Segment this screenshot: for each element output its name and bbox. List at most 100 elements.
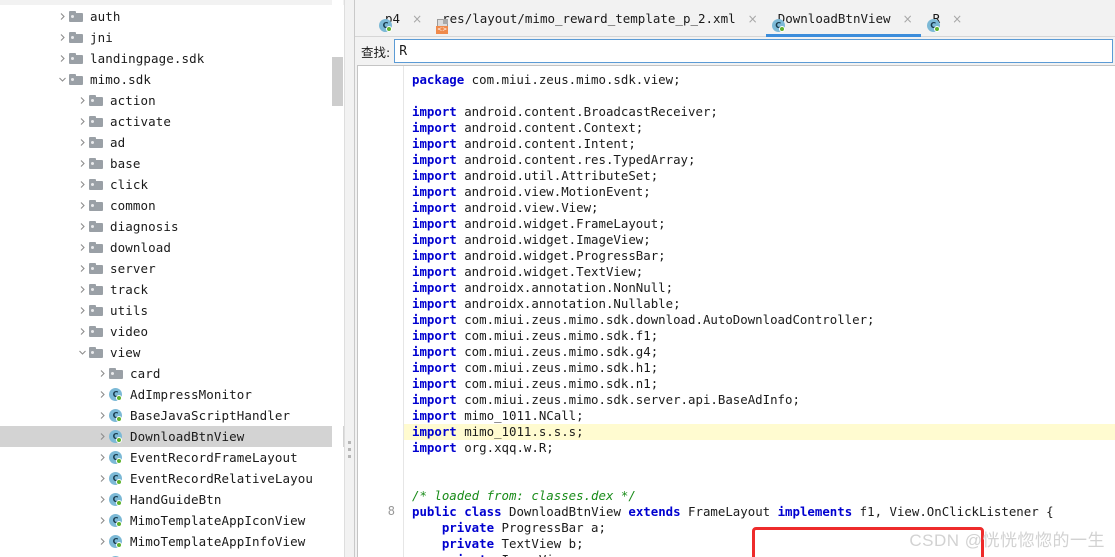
tree-item-mimotemplateappiconview[interactable]: C MimoTemplateAppIconView xyxy=(0,510,344,531)
code-line[interactable]: public class DownloadBtnView extends Fra… xyxy=(404,504,1115,520)
code-line[interactable]: /* loaded from: classes.dex */ xyxy=(404,488,1115,504)
code-line[interactable]: package com.miui.zeus.mimo.sdk.view; xyxy=(404,72,1115,88)
code-line[interactable]: import android.util.AttributeSet; xyxy=(404,168,1115,184)
tree-scrollbar-thumb[interactable] xyxy=(332,57,343,106)
tree-item-handguidebtn[interactable]: C HandGuideBtn xyxy=(0,489,344,510)
tree-item-common[interactable]: common xyxy=(0,195,344,216)
tree-item-utils[interactable]: utils xyxy=(0,300,344,321)
tree-item-basejavascripthandler[interactable]: C BaseJavaScriptHandler xyxy=(0,405,344,426)
code-line[interactable]: import androidx.annotation.NonNull; xyxy=(404,280,1115,296)
chevron-down-icon[interactable] xyxy=(56,69,69,90)
code-line[interactable]: import android.content.res.TypedArray; xyxy=(404,152,1115,168)
code-editor[interactable]: 8 package com.miui.zeus.mimo.sdk.view; i… xyxy=(357,65,1115,557)
code-line[interactable]: private ImageView c; xyxy=(404,552,1115,557)
code-line[interactable]: import android.widget.TextView; xyxy=(404,264,1115,280)
tree-item-downloadbtnview[interactable]: C DownloadBtnView xyxy=(0,426,344,447)
chevron-right-icon[interactable] xyxy=(76,153,89,174)
chevron-right-icon[interactable] xyxy=(76,90,89,111)
code-line[interactable]: import android.view.View; xyxy=(404,200,1115,216)
editor-tab-bar[interactable]: Cp4 × <> res/layout/mimo_reward_template_p_… xyxy=(355,0,1115,37)
code-line[interactable]: import com.miui.zeus.mimo.sdk.server.api… xyxy=(404,392,1115,408)
close-icon[interactable]: × xyxy=(897,12,913,26)
close-icon[interactable]: × xyxy=(742,12,758,26)
code-line[interactable]: import android.content.BroadcastReceiver… xyxy=(404,104,1115,120)
tree-item-view[interactable]: view xyxy=(0,342,344,363)
chevron-right-icon[interactable] xyxy=(76,132,89,153)
tree-item-server[interactable]: server xyxy=(0,258,344,279)
code-line[interactable]: import android.view.MotionEvent; xyxy=(404,184,1115,200)
tree-item-eventrecordframelayout[interactable]: C EventRecordFrameLayout xyxy=(0,447,344,468)
code-line[interactable]: import android.content.Context; xyxy=(404,120,1115,136)
chevron-right-icon[interactable] xyxy=(76,237,89,258)
chevron-right-icon[interactable] xyxy=(96,363,109,384)
code-line[interactable]: import com.miui.zeus.mimo.sdk.download.A… xyxy=(404,312,1115,328)
tree-item-base[interactable]: base xyxy=(0,153,344,174)
code-content[interactable]: package com.miui.zeus.mimo.sdk.view; imp… xyxy=(404,66,1115,557)
tree-item-auth[interactable]: auth xyxy=(0,6,344,27)
code-line[interactable]: import android.widget.FrameLayout; xyxy=(404,216,1115,232)
editor-tab-p4[interactable]: Cp4 × xyxy=(373,0,430,37)
tree-item-video[interactable]: video xyxy=(0,321,344,342)
editor-tab-r[interactable]: C R × xyxy=(921,0,971,37)
chevron-down-icon[interactable] xyxy=(76,342,89,363)
tree-item-download[interactable]: download xyxy=(0,237,344,258)
tree-item-adimpressmonitor[interactable]: C AdImpressMonitor xyxy=(0,384,344,405)
tree-item-landingpage-sdk[interactable]: landingpage.sdk xyxy=(0,48,344,69)
tree-item-ad[interactable]: ad xyxy=(0,132,344,153)
chevron-right-icon[interactable] xyxy=(76,321,89,342)
chevron-right-icon[interactable] xyxy=(76,111,89,132)
splitter-grip-icon[interactable] xyxy=(348,441,351,458)
chevron-right-icon[interactable] xyxy=(56,27,69,48)
find-bar[interactable]: 查找: xyxy=(355,37,1115,65)
code-line[interactable]: import com.miui.zeus.mimo.sdk.h1; xyxy=(404,360,1115,376)
code-line[interactable]: import android.widget.ImageView; xyxy=(404,232,1115,248)
tree-item-action[interactable]: action xyxy=(0,90,344,111)
code-line[interactable]: import com.miui.zeus.mimo.sdk.f1; xyxy=(404,328,1115,344)
editor-tab-downloadbtnview[interactable]: C DownloadBtnView × xyxy=(765,0,921,37)
chevron-right-icon[interactable] xyxy=(76,195,89,216)
chevron-right-icon[interactable] xyxy=(76,279,89,300)
chevron-right-icon[interactable] xyxy=(56,48,69,69)
code-line[interactable]: import org.xqq.w.R; xyxy=(404,440,1115,456)
tree-item-mimotemplateappinfoview2[interactable]: CMimoTemplateAppInfoView2 xyxy=(0,552,344,557)
chevron-right-icon[interactable] xyxy=(96,426,109,447)
code-line[interactable] xyxy=(404,472,1115,488)
tree-vertical-scrollbar[interactable] xyxy=(332,0,343,557)
chevron-right-icon[interactable] xyxy=(96,384,109,405)
tree-item-activate[interactable]: activate xyxy=(0,111,344,132)
chevron-right-icon[interactable] xyxy=(96,405,109,426)
tree-item-card[interactable]: card xyxy=(0,363,344,384)
find-input[interactable] xyxy=(394,39,1113,63)
chevron-right-icon[interactable] xyxy=(76,258,89,279)
chevron-right-icon[interactable] xyxy=(96,510,109,531)
panel-splitter[interactable] xyxy=(344,0,354,557)
tree-item-mimo-sdk[interactable]: mimo.sdk xyxy=(0,69,344,90)
editor-gutter[interactable]: 8 xyxy=(358,66,404,557)
code-line[interactable] xyxy=(404,88,1115,104)
tree-item-track[interactable]: track xyxy=(0,279,344,300)
chevron-right-icon[interactable] xyxy=(96,531,109,552)
tree-item-diagnosis[interactable]: diagnosis xyxy=(0,216,344,237)
code-line[interactable]: import com.miui.zeus.mimo.sdk.g4; xyxy=(404,344,1115,360)
code-line[interactable]: import mimo_1011.s.s.s; xyxy=(404,424,1115,440)
chevron-right-icon[interactable] xyxy=(96,489,109,510)
tree-item-eventrecordrelativelayou[interactable]: C EventRecordRelativeLayou xyxy=(0,468,344,489)
code-line[interactable]: import android.content.Intent; xyxy=(404,136,1115,152)
chevron-right-icon[interactable] xyxy=(56,6,69,27)
close-icon[interactable]: × xyxy=(946,12,962,26)
chevron-right-icon[interactable] xyxy=(96,552,109,557)
chevron-right-icon[interactable] xyxy=(76,216,89,237)
code-line[interactable] xyxy=(404,456,1115,472)
editor-tab-res-layout-mimo-reward-template-p-2-xml[interactable]: <> res/layout/mimo_reward_template_p_2.xm… xyxy=(430,0,766,37)
chevron-right-icon[interactable] xyxy=(76,174,89,195)
code-line[interactable]: import mimo_1011.NCall; xyxy=(404,408,1115,424)
tree-item-click[interactable]: click xyxy=(0,174,344,195)
chevron-right-icon[interactable] xyxy=(96,447,109,468)
chevron-right-icon[interactable] xyxy=(76,300,89,321)
project-tree-panel[interactable]: auth jni landingpage.sdk mimo.sdk action acti… xyxy=(0,0,355,557)
tree-item-jni[interactable]: jni xyxy=(0,27,344,48)
code-line[interactable]: import androidx.annotation.Nullable; xyxy=(404,296,1115,312)
chevron-right-icon[interactable] xyxy=(96,468,109,489)
close-icon[interactable]: × xyxy=(406,12,422,26)
project-tree-list[interactable]: auth jni landingpage.sdk mimo.sdk action acti… xyxy=(0,6,344,557)
